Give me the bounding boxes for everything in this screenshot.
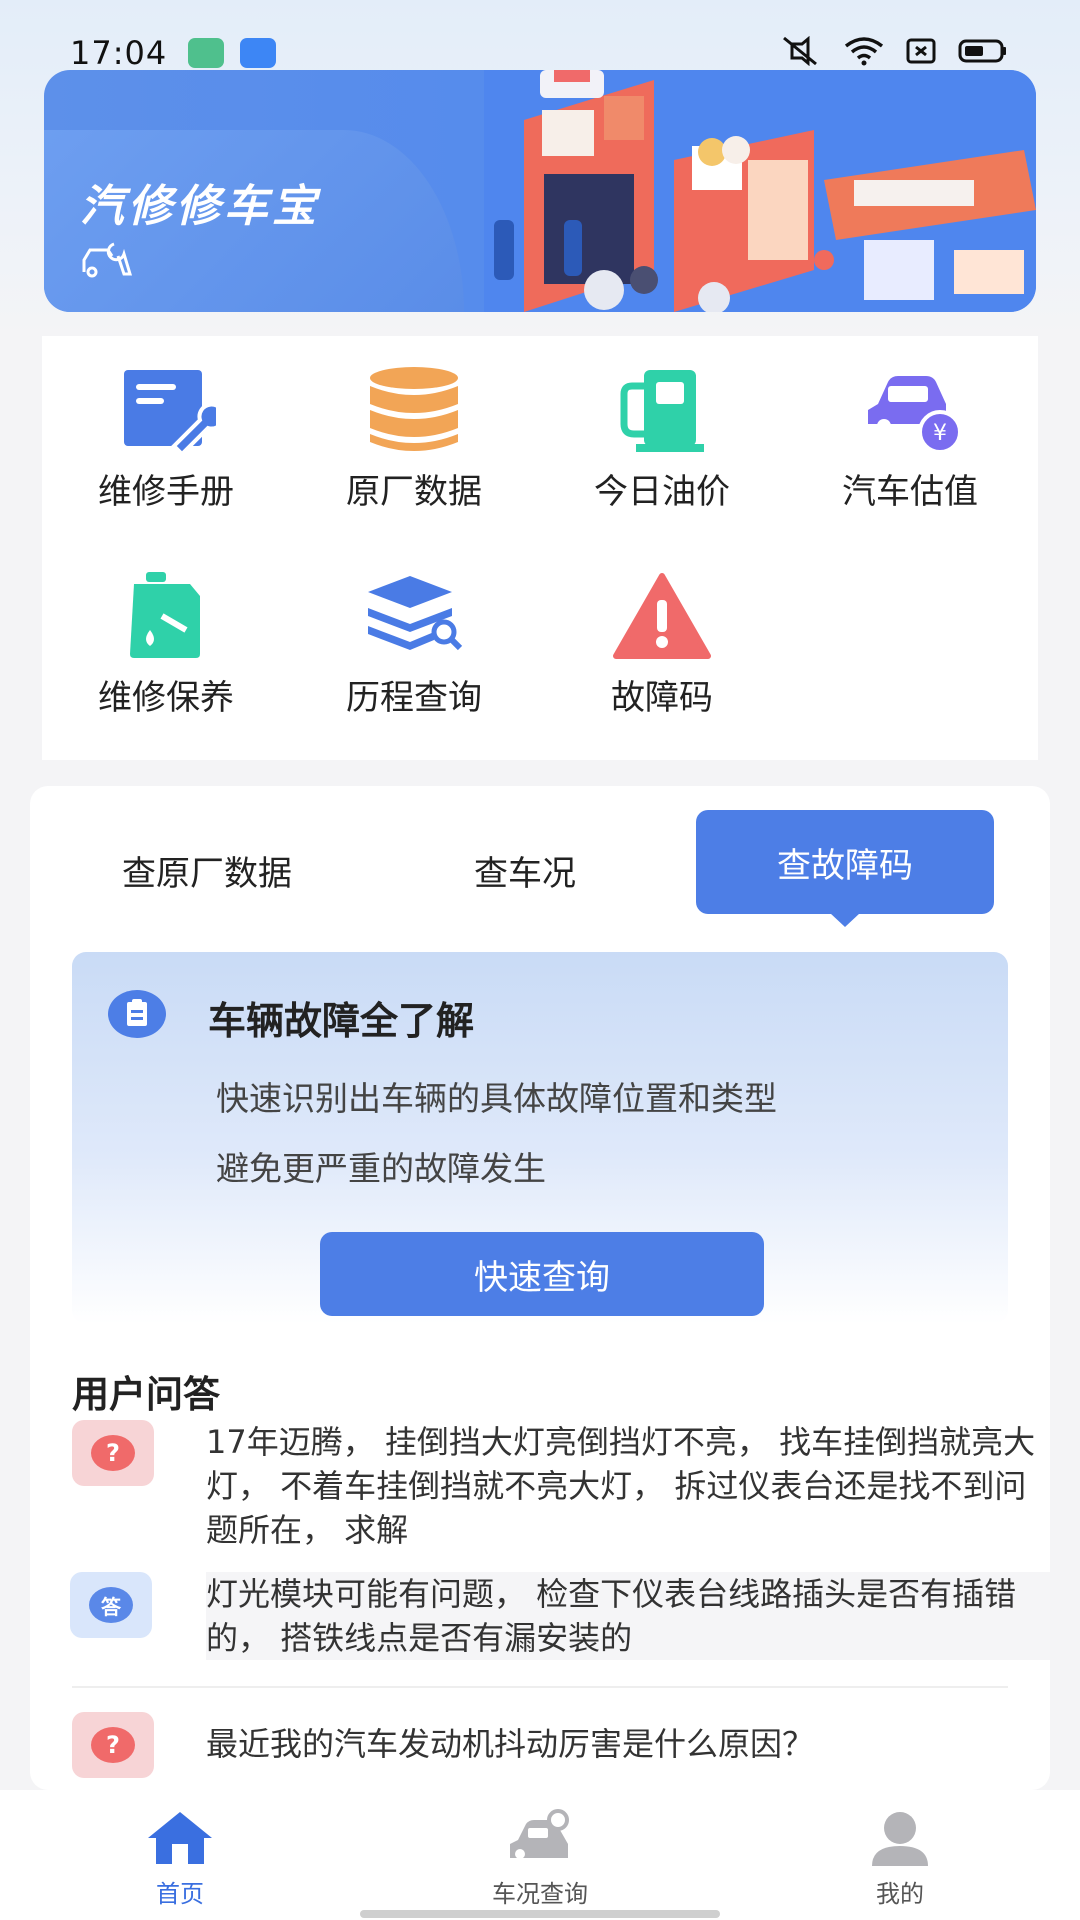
garage-illustration xyxy=(484,70,1036,312)
quick-query-button[interactable]: 快速查询 xyxy=(320,1232,764,1316)
database-icon xyxy=(370,367,458,451)
qa-divider xyxy=(72,1686,1008,1688)
car-valuation-icon: ¥ xyxy=(868,376,960,454)
service-car-valuation[interactable]: ¥ 汽车估值 xyxy=(786,346,1034,516)
tab-fault-code[interactable]: 查故障码 xyxy=(696,810,994,914)
clipboard-icon xyxy=(108,990,166,1038)
qa-question-2[interactable]: 最近我的汽车发动机抖动厉害是什么原因？ xyxy=(206,1722,1050,1766)
key-app-icon xyxy=(188,38,224,68)
repair-manual-icon xyxy=(124,370,216,454)
service-label: 维修保养 xyxy=(98,678,234,718)
car-repair-logo-icon xyxy=(80,238,134,282)
service-history-query[interactable]: 历程查询 xyxy=(290,552,538,722)
status-indicators xyxy=(778,36,1008,66)
services-grid: 维修手册 原厂数据 今日油价 ¥ 汽车估值 维修保养 历程查询 故障码 xyxy=(42,336,1038,760)
promo-line-1: 快速识别出车辆的具体故障位置和类型 xyxy=(216,1079,777,1118)
question-icon: ? xyxy=(91,1727,135,1763)
banner[interactable]: 汽修修车宝 xyxy=(44,70,1036,312)
car-search-icon xyxy=(510,1809,569,1859)
status-time: 17:04 xyxy=(70,34,168,72)
service-label: 汽车估值 xyxy=(842,472,978,512)
nav-label: 我的 xyxy=(876,1880,924,1908)
question-badge: ? xyxy=(72,1420,154,1486)
question-icon: ? xyxy=(91,1435,135,1471)
home-icon xyxy=(148,1812,212,1864)
wifi-icon xyxy=(844,37,884,66)
service-label: 故障码 xyxy=(611,678,713,718)
nav-home[interactable]: 首页 xyxy=(30,1790,330,1920)
service-fault-code[interactable]: 故障码 xyxy=(538,552,786,722)
promo-line-2: 避免更严重的故障发生 xyxy=(216,1149,546,1188)
home-indicator xyxy=(360,1910,720,1918)
mute-icon xyxy=(783,36,817,66)
battery-icon xyxy=(958,39,1006,63)
service-fuel-price[interactable]: 今日油价 xyxy=(538,346,786,516)
service-label: 维修手册 xyxy=(98,472,234,512)
banner-title: 汽修修车宝 xyxy=(80,181,320,232)
promo-title: 车辆故障全了解 xyxy=(208,999,475,1043)
nav-label: 车况查询 xyxy=(492,1880,588,1908)
bottom-nav: 首页 车况查询 我的 xyxy=(0,1790,1080,1920)
tab-oem-data[interactable]: 查原厂数据 xyxy=(122,846,292,895)
sim-icon xyxy=(906,38,936,64)
qa-question-1[interactable]: 17年迈腾， 挂倒挡大灯亮倒挡灯不亮， 找车挂倒挡就亮大灯， 不着车挂倒挡就不亮… xyxy=(206,1420,1050,1552)
active-tab-pointer xyxy=(830,913,860,927)
history-search-icon xyxy=(368,576,463,651)
qa-heading: 用户问答 xyxy=(72,1373,220,1416)
service-label: 今日油价 xyxy=(594,472,730,512)
answer-icon: 答 xyxy=(89,1587,133,1623)
nav-mine[interactable]: 我的 xyxy=(750,1790,1050,1920)
qa-answer-1[interactable]: 灯光模块可能有问题， 检查下仪表台线路插头是否有插错的， 搭铁线点是否有漏安装的 xyxy=(206,1572,1050,1660)
nav-car-status[interactable]: 车况查询 xyxy=(390,1790,690,1920)
nav-label: 首页 xyxy=(156,1880,204,1908)
fuel-pump-icon xyxy=(620,370,704,452)
warning-icon xyxy=(613,573,711,659)
question-badge: ? xyxy=(72,1712,154,1778)
service-label: 历程查询 xyxy=(346,678,482,718)
oil-can-icon xyxy=(130,572,200,658)
tab-car-status[interactable]: 查车况 xyxy=(474,846,576,895)
service-repair-manual[interactable]: 维修手册 xyxy=(42,346,290,516)
user-icon xyxy=(872,1812,928,1866)
fault-code-promo: 车辆故障全了解 快速识别出车辆的具体故障位置和类型 避免更严重的故障发生 快速查… xyxy=(72,952,1008,1324)
service-label: 原厂数据 xyxy=(346,472,482,512)
query-card: 查原厂数据 查车况 查故障码 车辆故障全了解 快速识别出车辆的具体故障位置和类型… xyxy=(30,786,1050,1790)
cloud-app-icon xyxy=(240,38,276,68)
service-maintenance[interactable]: 维修保养 xyxy=(42,552,290,722)
answer-badge: 答 xyxy=(70,1572,152,1638)
service-oem-data[interactable]: 原厂数据 xyxy=(290,346,538,516)
svg-text:¥: ¥ xyxy=(933,421,947,446)
